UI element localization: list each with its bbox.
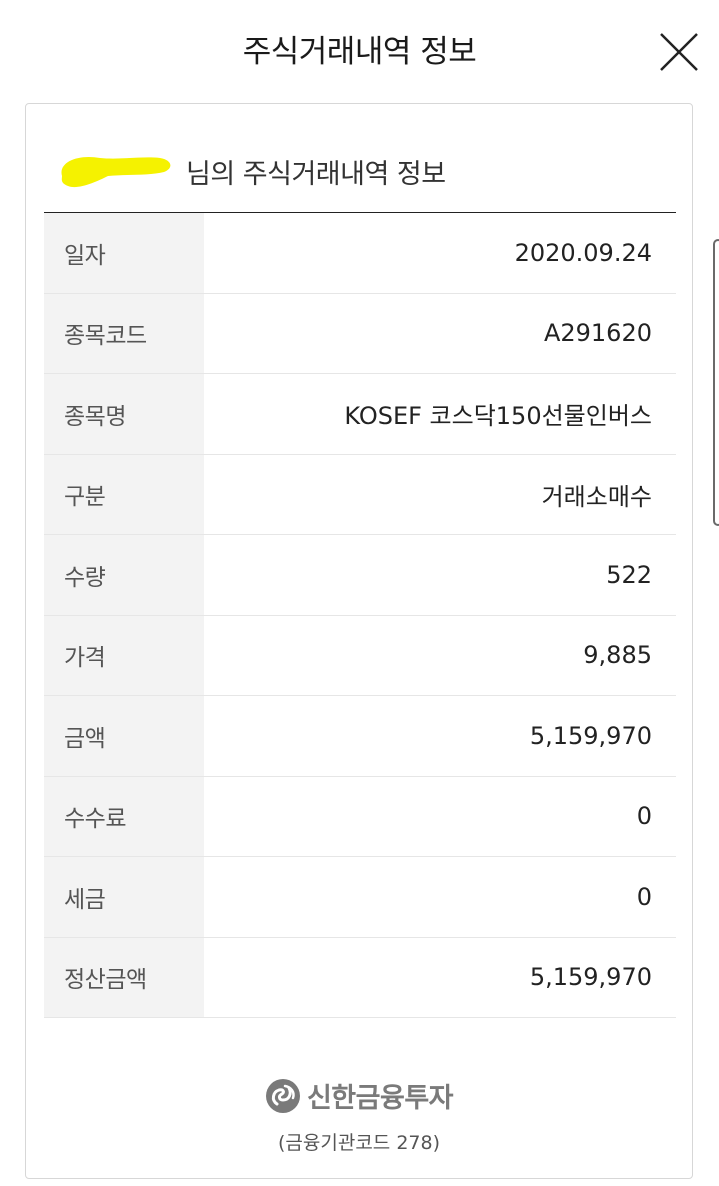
- row-value: 0: [636, 802, 652, 831]
- row-label: 일자: [44, 213, 204, 293]
- transaction-card: 님의 주식거래내역 정보 일자 2020.09.24 종목코드 A291620 …: [25, 103, 693, 1179]
- table-row-date: 일자 2020.09.24: [44, 213, 676, 294]
- institution-code: (금융기관코드 278): [277, 1132, 440, 1154]
- card-heading: 님의 주식거래내역 정보: [56, 144, 676, 194]
- row-label: 수량: [44, 535, 204, 615]
- shinhan-logo-icon: [265, 1078, 300, 1113]
- brand-logo: 신한금융투자: [26, 1076, 692, 1115]
- transaction-table: 일자 2020.09.24 종목코드 A291620 종목명 KOSEF 코스닥…: [44, 212, 676, 1018]
- table-row-fee: 수수료 0: [44, 776, 676, 857]
- row-label: 수수료: [44, 776, 204, 856]
- row-label: 종목코드: [44, 293, 204, 373]
- heading-suffix: 님의 주식거래내역 정보: [186, 159, 446, 190]
- row-value: 0: [636, 882, 652, 911]
- table-row-type: 구분 거래소매수: [44, 454, 676, 535]
- table-row-code: 종목코드 A291620: [44, 293, 676, 374]
- row-value: 9,885: [583, 641, 652, 670]
- row-value: 거래소매수: [541, 482, 652, 511]
- row-value: 2020.09.24: [514, 238, 652, 267]
- table-row-tax: 세금 0: [44, 857, 676, 938]
- close-button[interactable]: [658, 31, 700, 73]
- row-value: 5,159,970: [529, 721, 652, 750]
- row-label: 가격: [44, 615, 204, 695]
- table-row-settlement: 정산금액 5,159,970: [44, 937, 676, 1018]
- brand-name: 신한금융투자: [306, 1083, 454, 1114]
- row-label: 금액: [44, 696, 204, 776]
- row-value: KOSEF 코스닥150선물인버스: [344, 402, 652, 431]
- row-label: 세금: [44, 857, 204, 937]
- row-value: 522: [606, 560, 652, 589]
- row-label: 종목명: [44, 374, 204, 454]
- table-row-name: 종목명 KOSEF 코스닥150선물인버스: [44, 374, 676, 455]
- row-value: 5,159,970: [529, 963, 652, 992]
- redacted-name-mark: [61, 156, 171, 188]
- row-value: A291620: [543, 319, 652, 348]
- table-row-amount: 금액 5,159,970: [44, 696, 676, 777]
- scroll-handle[interactable]: [713, 239, 719, 526]
- table-row-quantity: 수량 522: [44, 535, 676, 616]
- page-title: 주식거래내역 정보: [242, 34, 477, 70]
- row-label: 구분: [44, 454, 204, 534]
- modal-header: 주식거래내역 정보: [0, 0, 719, 100]
- table-row-price: 가격 9,885: [44, 615, 676, 696]
- close-icon: [660, 33, 698, 71]
- row-label: 정산금액: [44, 937, 204, 1017]
